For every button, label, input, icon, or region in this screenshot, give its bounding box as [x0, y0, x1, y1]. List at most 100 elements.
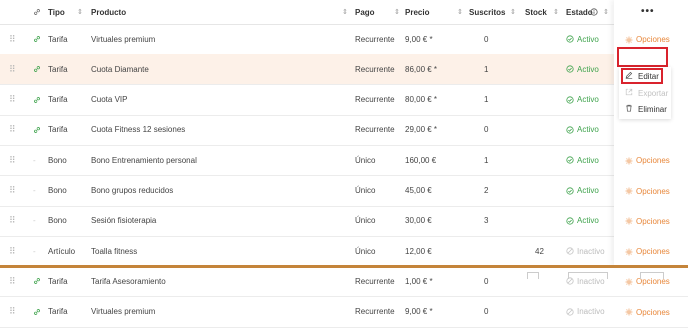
opciones-button[interactable]: Opciones: [625, 187, 670, 196]
drag-handle-icon[interactable]: ⠿: [9, 115, 16, 145]
gear-icon: [625, 36, 633, 44]
sort-icon[interactable]: ⇕: [342, 8, 348, 16]
annotation-highlight-opciones: [617, 47, 668, 67]
opciones-label: Opciones: [636, 307, 670, 317]
sort-icon[interactable]: ⇕: [77, 8, 83, 16]
drag-handle-icon[interactable]: ⠿: [9, 236, 16, 266]
status-label: Activo: [577, 155, 599, 165]
header-tipo[interactable]: Tipo: [48, 0, 65, 24]
status-badge: Activo: [566, 54, 599, 84]
drag-handle-icon[interactable]: ⠿: [9, 24, 16, 54]
cell-suscritos: 1: [484, 95, 489, 105]
menu-item-label: Eliminar: [638, 104, 667, 114]
table-row[interactable]: ⠿ Tarifa Cuota VIP Recurrente 80,00 € * 1 Acti…: [0, 85, 688, 116]
opciones-label: Opciones: [636, 35, 670, 44]
drag-handle-icon[interactable]: ⠿: [9, 266, 16, 296]
dash-icon: -: [33, 186, 36, 195]
table-row[interactable]: ⠿ Tarifa Virtuales premium Recurrente 9,00 €…: [0, 24, 688, 55]
sort-icon[interactable]: ⇕: [457, 8, 463, 16]
drag-handle-icon[interactable]: ⠿: [9, 206, 16, 236]
gear-icon: [625, 308, 633, 316]
header-pago[interactable]: Pago: [355, 0, 375, 24]
table-row[interactable]: ⠿ - Artículo Toalla fitness Único 12,00 € 42 In…: [0, 236, 688, 268]
opciones-button[interactable]: Opciones: [625, 35, 670, 44]
opciones-label: Opciones: [636, 186, 670, 196]
opciones-button[interactable]: Opciones: [625, 156, 670, 165]
sort-icon[interactable]: ⇕: [553, 8, 559, 16]
header-estado[interactable]: Estado: [566, 0, 593, 24]
check-circle-icon: [566, 126, 574, 134]
header-producto[interactable]: Producto: [91, 0, 126, 24]
header-precio[interactable]: Precio: [405, 0, 429, 24]
table-row[interactable]: ⠿ - Bono Bono Entrenamiento personal Único 16…: [0, 145, 688, 177]
link-column-header-icon: [33, 0, 41, 24]
pagination-control[interactable]: [568, 272, 608, 279]
cell-pago: Único: [355, 186, 376, 195]
status-badge: Activo: [566, 145, 599, 175]
status-badge: Activo: [566, 115, 599, 145]
drag-handle-icon[interactable]: ⠿: [9, 297, 16, 327]
cell-tipo: Tarifa: [48, 125, 68, 135]
check-circle-icon: [566, 35, 574, 43]
cell-producto: Cuota Diamante: [91, 64, 149, 74]
pagination-control[interactable]: [640, 272, 664, 279]
check-circle-icon: [566, 156, 574, 164]
opciones-button[interactable]: Opciones: [625, 217, 670, 226]
cell-producto: Virtuales premium: [91, 34, 156, 44]
info-icon[interactable]: [590, 0, 598, 24]
opciones-label: Opciones: [636, 247, 670, 257]
opciones-button[interactable]: Opciones: [625, 308, 670, 317]
cell-stock: 42: [535, 246, 544, 256]
status-badge: Inactivo: [566, 266, 605, 296]
cell-tipo: Bono: [48, 155, 67, 165]
cell-pago: Recurrente: [355, 276, 395, 286]
header-suscritos[interactable]: Suscritos: [469, 0, 505, 24]
cell-pago: Recurrente: [355, 34, 395, 44]
cell-pago: Recurrente: [355, 95, 395, 105]
cell-pago: Recurrente: [355, 64, 395, 74]
cell-suscritos: 3: [484, 216, 489, 226]
check-circle-icon: [566, 186, 574, 195]
cell-precio: 12,00 €: [405, 246, 432, 256]
table-row[interactable]: ⠿ Tarifa Virtuales premium Recurrente 9,00 €…: [0, 297, 688, 328]
pagination-control[interactable]: [527, 272, 539, 279]
menu-item-label: Exportar: [638, 88, 669, 98]
table-header: Tipo ⇕ Producto ⇕ Pago ⇕ Precio ⇕ Suscri…: [0, 0, 688, 25]
table-row[interactable]: ⠿ - Bono Sesión fisioterapia Único 30,00 € 3 Ac…: [0, 206, 688, 237]
sort-icon[interactable]: ⇕: [510, 8, 516, 16]
menu-item-exportar: Exportar: [625, 88, 668, 98]
table-row[interactable]: ⠿ Tarifa Cuota Fitness 12 sesiones Recurren…: [0, 115, 688, 146]
more-options-icon[interactable]: •••: [641, 6, 655, 17]
cell-tipo: Tarifa: [48, 34, 68, 44]
cell-suscritos: 0: [484, 276, 489, 286]
drag-handle-icon[interactable]: ⠿: [9, 54, 16, 84]
cell-precio: 9,00 € *: [405, 307, 433, 317]
table-row[interactable]: ⠿ Tarifa Cuota Diamante Recurrente 86,00 € *…: [0, 54, 688, 86]
gear-icon: [625, 157, 633, 165]
check-circle-icon: [566, 95, 574, 104]
cell-precio: 9,00 € *: [405, 34, 433, 44]
sort-icon[interactable]: ⇕: [394, 8, 400, 16]
cell-producto: Bono Entrenamiento personal: [91, 155, 197, 165]
opciones-button[interactable]: Opciones: [625, 247, 670, 256]
drag-handle-icon[interactable]: ⠿: [9, 176, 16, 206]
sort-icon[interactable]: ⇕: [603, 8, 609, 16]
cell-suscritos: 2: [484, 186, 489, 195]
header-stock[interactable]: Stock: [525, 0, 547, 24]
cell-tipo: Artículo: [48, 246, 76, 256]
cell-producto: Tarifa Asesoramiento: [91, 276, 166, 286]
status-label: Activo: [577, 64, 599, 74]
cell-suscritos: 0: [484, 34, 489, 44]
menu-item-eliminar[interactable]: Eliminar: [625, 104, 667, 114]
drag-handle-icon[interactable]: ⠿: [9, 145, 16, 175]
table-row[interactable]: ⠿ - Bono Bono grupos reducidos Único 45,00 € 2…: [0, 176, 688, 207]
gear-icon: [625, 187, 633, 195]
dash-icon: -: [33, 155, 36, 165]
cell-tipo: Tarifa: [48, 276, 68, 286]
gear-icon: [625, 278, 633, 286]
cell-pago: Único: [355, 246, 376, 256]
cell-precio: 86,00 € *: [405, 64, 438, 74]
drag-handle-icon[interactable]: ⠿: [9, 85, 16, 115]
cell-precio: 30,00 €: [405, 216, 432, 226]
link-icon: [33, 24, 41, 54]
